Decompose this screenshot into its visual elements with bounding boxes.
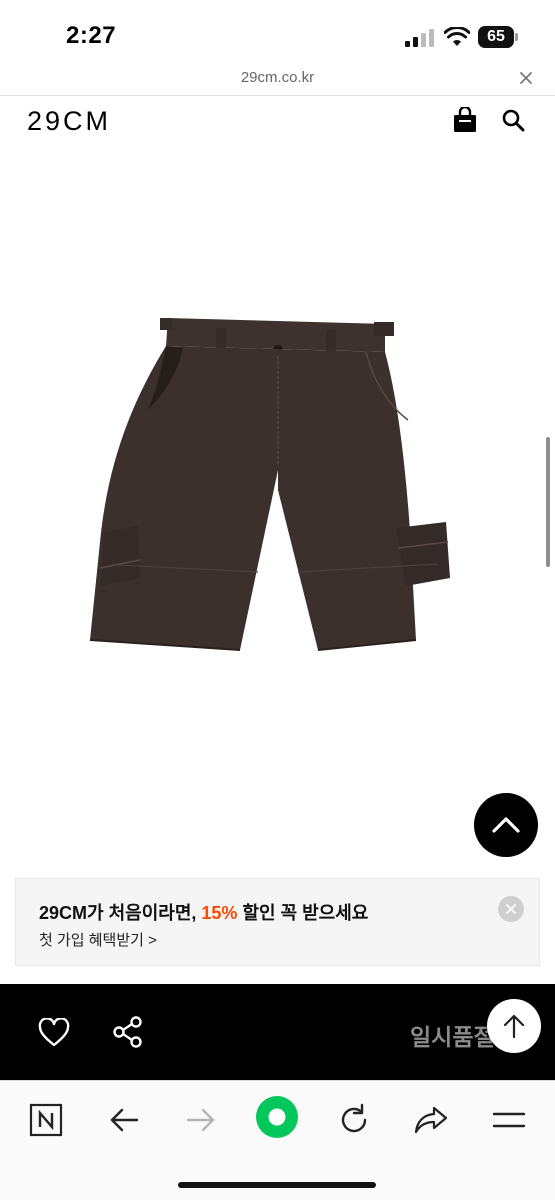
shopping-bag-icon[interactable]: [453, 107, 477, 133]
status-time: 2:27: [66, 22, 117, 49]
browser-toolbar: [0, 1080, 555, 1200]
wifi-icon: [444, 27, 470, 46]
naver-n-icon[interactable]: [29, 1103, 63, 1137]
battery-icon: 65: [478, 26, 518, 48]
discount-percent: 15%: [201, 903, 238, 923]
scrollbar[interactable]: [546, 437, 550, 567]
status-bar: 2:27 65: [0, 0, 555, 62]
banner-title: 29CM가 처음이라면, 15% 할인 꼭 받으세요: [39, 903, 369, 923]
cellular-signal-icon: [405, 29, 434, 47]
url-text[interactable]: 29cm.co.kr: [0, 69, 555, 86]
back-arrow-icon[interactable]: [107, 1103, 141, 1137]
scroll-top-button-white[interactable]: [487, 999, 541, 1053]
menu-icon[interactable]: [492, 1103, 526, 1137]
battery-level: 65: [478, 26, 514, 48]
forward-arrow-icon[interactable]: [184, 1103, 218, 1137]
signup-benefit-link[interactable]: 첫 가입 혜택받기 >: [39, 929, 157, 950]
url-bar[interactable]: 29cm.co.kr: [0, 62, 555, 96]
reload-icon[interactable]: [337, 1103, 371, 1137]
close-icon[interactable]: [516, 68, 536, 88]
arrow-up-icon: [503, 1014, 525, 1039]
share-arrow-icon[interactable]: [414, 1103, 448, 1137]
search-icon[interactable]: [501, 108, 525, 132]
product-image[interactable]: [88, 310, 468, 682]
scroll-top-button[interactable]: [474, 793, 538, 857]
share-icon[interactable]: [113, 1016, 143, 1048]
heart-icon[interactable]: [38, 1018, 70, 1048]
site-logo[interactable]: 29CM: [27, 106, 111, 137]
close-icon: [506, 904, 516, 914]
chevron-up-icon: [492, 817, 520, 833]
soldout-label: 일시품절: [410, 1024, 495, 1050]
banner-close-button[interactable]: [498, 896, 524, 922]
site-header: 29CM: [0, 97, 555, 147]
home-indicator: [178, 1182, 376, 1188]
signup-banner[interactable]: 29CM가 처음이라면, 15% 할인 꼭 받으세요 첫 가입 혜택받기 >: [15, 878, 540, 966]
product-action-bar: 일시품절: [0, 984, 555, 1080]
green-home-icon[interactable]: [255, 1095, 299, 1139]
